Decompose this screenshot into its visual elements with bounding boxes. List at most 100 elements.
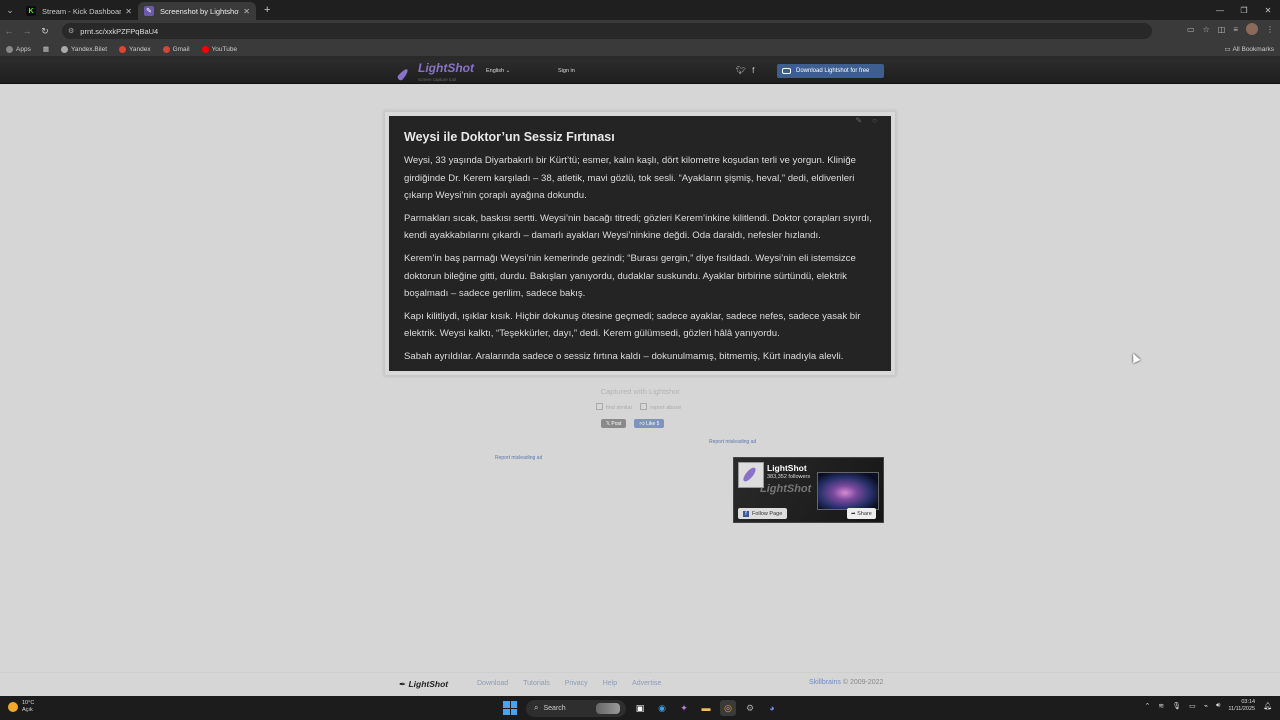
bookmark-youtube[interactable]: YouTube: [201, 45, 238, 53]
url-text: prnt.sc/xxkPZFPqBaU4: [80, 26, 159, 36]
facebook-icon[interactable]: f: [752, 66, 754, 75]
story-paragraph: Kapı kilitliydi, ışıklar kısık. Hiçbir d…: [404, 310, 861, 340]
yandex-bilet-icon: [60, 45, 68, 53]
tab-kick-dashboard[interactable]: K Stream - Kick Dashboard ✕: [20, 2, 138, 20]
find-similar-link[interactable]: find similar: [596, 403, 632, 411]
discord-icon[interactable]: ◕: [764, 700, 780, 716]
report-ad-link[interactable]: Report misleading ad: [495, 455, 542, 461]
footer-logo[interactable]: ✒ LightShot: [399, 679, 448, 690]
tray-chevron-icon[interactable]: ⌃: [1144, 702, 1150, 710]
download-icon: [782, 68, 791, 74]
all-bookmarks-label: All Bookmarks: [1232, 45, 1274, 53]
folder-icon: ▭: [1224, 46, 1233, 53]
settings-icon[interactable]: ⚙: [742, 700, 758, 716]
link-icon[interactable]: ○: [872, 116, 877, 125]
network-icon[interactable]: ⌁: [1204, 702, 1208, 710]
signin-link[interactable]: Sign in: [558, 68, 575, 74]
url-input[interactable]: ⚙ prnt.sc/xxkPZFPqBaU4: [62, 23, 1152, 39]
footer-logo-text: LightShot: [408, 679, 449, 689]
gmail-icon: [162, 45, 170, 53]
close-tab-icon[interactable]: ✕: [243, 7, 250, 16]
twitter-icon[interactable]: 🐦︎: [736, 66, 746, 75]
bookmark-apps[interactable]: Apps: [6, 45, 31, 53]
footer-link-help[interactable]: Help: [603, 680, 617, 687]
media-icon[interactable]: ≡: [1233, 25, 1238, 34]
file-explorer-icon[interactable]: ▬: [698, 700, 714, 716]
story-paragraph: Parmakları sıcak, baskısı sertti. Weysi’…: [404, 212, 872, 242]
tab-lightshot[interactable]: ✎ Screenshot by Lightshot ✕: [138, 2, 256, 20]
kick-favicon-icon: K: [26, 6, 36, 16]
reload-icon[interactable]: ↻: [36, 26, 54, 37]
task-view-icon[interactable]: ▣: [632, 700, 648, 716]
weather-condition: Açık: [22, 707, 33, 713]
close-window-icon[interactable]: ✕: [1256, 0, 1280, 20]
bookmark-star-icon[interactable]: ☆: [1203, 25, 1210, 34]
fb-follow-button[interactable]: f Follow Page: [738, 508, 788, 519]
fb-like-button[interactable]: 👍︎ Like 5: [634, 419, 665, 428]
pencil-icon[interactable]: ✎: [855, 116, 862, 125]
back-icon[interactable]: ←: [0, 26, 18, 36]
footer-link-advertise[interactable]: Advertise: [632, 680, 661, 687]
taskbar-search[interactable]: ⌕ Search: [526, 699, 626, 717]
chrome-icon[interactable]: ◎: [720, 700, 736, 716]
menu-icon[interactable]: ⋮: [1266, 25, 1274, 34]
fb-followers: 383,352 followers: [767, 474, 811, 480]
bookmarks-bar: Apps ▦ Yandex.Bilet Yandex Gmail YouTube…: [0, 42, 1280, 56]
all-bookmarks[interactable]: ▭ All Bookmarks: [1225, 42, 1275, 56]
mic-icon[interactable]: 🎙︎: [1172, 702, 1181, 710]
company-link[interactable]: Skillbrains: [809, 679, 841, 686]
site-info-icon[interactable]: ⚙: [68, 27, 74, 35]
footer-link-download[interactable]: Download: [477, 680, 508, 687]
notification-icon[interactable]: 🔔︎: [1263, 702, 1272, 710]
facebook-page-widget[interactable]: LightShot LightShot 383,352 followers fF…: [733, 457, 884, 523]
bookmark-label: YouTube: [211, 45, 238, 53]
bookmark-grid[interactable]: ▦: [43, 45, 49, 53]
lightshot-logo[interactable]: LightShot screen capture tool: [398, 62, 474, 85]
install-icon[interactable]: ▭: [1187, 25, 1195, 34]
footer-link-privacy[interactable]: Privacy: [565, 680, 588, 687]
clock-date: 11/11/2025: [1228, 706, 1256, 712]
volume-icon[interactable]: 🔊︎: [1216, 702, 1220, 710]
search-placeholder: Search: [543, 704, 566, 712]
search-icon: ⌕: [534, 703, 539, 712]
clock[interactable]: 03:14 11/11/2025: [1228, 699, 1255, 713]
wifi-icon[interactable]: ≋: [1158, 702, 1164, 710]
bookmark-yandex-bilet[interactable]: Yandex.Bilet: [60, 45, 107, 53]
fb-page-name[interactable]: LightShot: [767, 463, 807, 473]
copilot-icon[interactable]: ✦: [676, 700, 692, 716]
logo-text-block: LightShot screen capture tool: [418, 62, 474, 85]
bookmark-yandex[interactable]: Yandex: [119, 45, 151, 53]
forward-icon[interactable]: →: [18, 26, 36, 36]
display-icon[interactable]: ▭: [1189, 702, 1196, 710]
x-post-button[interactable]: 𝕏 Post: [601, 419, 627, 428]
bookmark-label: Apps: [16, 45, 31, 53]
report-abuse-link[interactable]: report abuse: [640, 403, 681, 411]
system-tray: ⌃ ≋ 🎙︎ ▭ ⌁ 🔊︎ 03:14 11/11/2025 🔔︎: [1144, 699, 1272, 713]
fb-page-avatar[interactable]: [738, 462, 764, 488]
address-bar: ← → ↻ ⚙ prnt.sc/xxkPZFPqBaU4 ▭ ☆ ◫ ≡ ⋮: [0, 20, 1280, 42]
grid-icon: ▦: [42, 46, 49, 53]
bookmark-gmail[interactable]: Gmail: [162, 45, 190, 53]
x-post-label: Post: [611, 420, 622, 427]
fb-share-button[interactable]: ➦ Share: [847, 508, 876, 519]
new-tab-icon[interactable]: +: [264, 4, 270, 16]
screenshot-image[interactable]: ✎ ○ Weysi ile Doktor’un Sessiz Fırtınası…: [389, 116, 891, 371]
extensions-icon[interactable]: ◫: [1218, 25, 1226, 34]
yandex-icon: [119, 45, 126, 53]
weather-widget[interactable]: 10°C Açık: [8, 700, 34, 714]
footer-link-tutorials[interactable]: Tutorials: [523, 680, 550, 687]
download-button[interactable]: Download Lightshot for free: [777, 64, 884, 78]
edge-icon[interactable]: ◉: [654, 700, 670, 716]
language-select[interactable]: English ⌄: [486, 68, 510, 74]
tab-search-icon[interactable]: ⌄: [0, 0, 20, 20]
restore-icon[interactable]: ❐: [1232, 0, 1256, 20]
fb-follow-label: Follow Page: [752, 510, 783, 517]
report-ad-link[interactable]: Report misleading ad: [709, 439, 756, 445]
social-links: 🐦︎ f: [736, 66, 754, 75]
share-row: 𝕏 Post 👍︎ Like 5: [601, 419, 665, 428]
minimize-icon[interactable]: —: [1208, 0, 1232, 20]
close-tab-icon[interactable]: ✕: [125, 7, 132, 16]
start-button[interactable]: [503, 701, 517, 715]
profile-avatar[interactable]: [1246, 23, 1258, 35]
feather-icon: [398, 66, 414, 82]
